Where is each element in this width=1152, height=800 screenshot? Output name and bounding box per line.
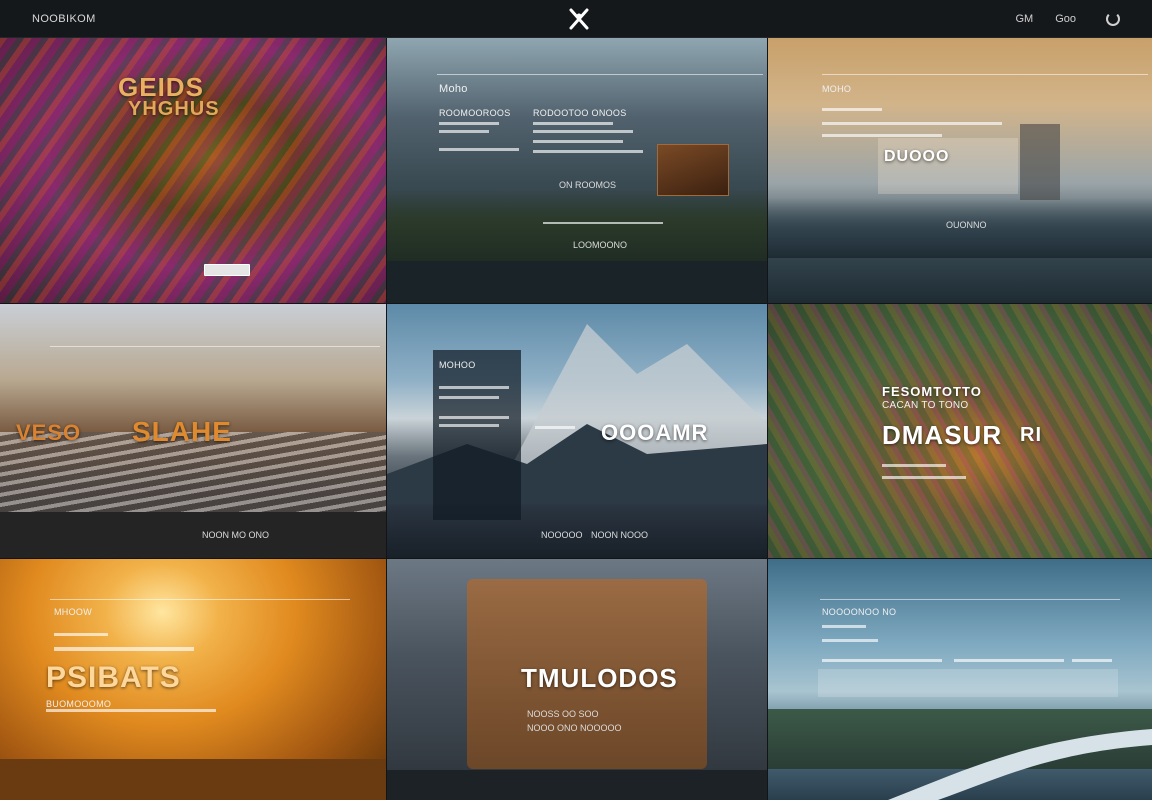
tile-title: FESOMTOTTO — [882, 384, 982, 399]
text-line — [533, 122, 613, 125]
text-line — [439, 148, 519, 151]
tile-big-text: TMULODOS — [521, 663, 678, 693]
tile-button[interactable] — [204, 264, 250, 276]
road-image — [888, 729, 1152, 800]
tile-big-text: DMASUR — [882, 420, 1003, 450]
text-line — [822, 108, 882, 111]
text-line — [54, 647, 194, 651]
tile-subtitle: YHGHUS — [128, 98, 220, 120]
content-panel — [818, 669, 1118, 697]
tile-caption-2: NOOO ONO NOOOOO — [527, 723, 622, 733]
tile-heading-left: ROOMOOROOS — [439, 108, 511, 118]
tile-footer-left: NOOOOO — [541, 530, 583, 540]
gallery-tile-4[interactable]: VESO SLAHE NOON MO ONO — [0, 304, 386, 558]
text-line — [439, 396, 499, 399]
brand-name[interactable]: NOOBIKOM — [32, 13, 96, 25]
text-line — [533, 130, 633, 133]
tile-title: MOHO — [822, 84, 852, 94]
text-line — [439, 130, 489, 133]
gallery-tile-3[interactable]: MOHO DUOOO OUONNO — [768, 38, 1152, 303]
text-line — [439, 416, 509, 419]
text-line — [882, 464, 946, 467]
tile-big-suffix: RI — [1020, 424, 1042, 446]
text-line — [46, 709, 216, 712]
tile-caption-1: NOOSS OO SOO — [527, 709, 599, 719]
nav-item-goo[interactable]: Goo — [1055, 13, 1076, 25]
gallery-tile-1[interactable]: GEIDS YHGHUS — [0, 38, 386, 303]
text-line — [533, 140, 623, 143]
gallery-tile-8[interactable]: TMULODOS NOOSS OO SOO NOOO ONO NOOOOO — [387, 559, 767, 800]
tile-big-text: OOOAMR — [601, 420, 709, 445]
tile-left-text: VESO — [16, 420, 82, 445]
text-line — [533, 150, 643, 153]
nav-item-gm[interactable]: GM — [1015, 13, 1033, 25]
text-line — [439, 122, 499, 125]
tile-title: MOHOO — [439, 360, 476, 370]
gallery-tile-5[interactable]: MOHOO OOOAMR NOOOOO NOON NOOO — [387, 304, 767, 558]
top-nav: GM Goo — [1015, 11, 1120, 26]
gallery-tile-9[interactable]: NOOOONOO NO — [768, 559, 1152, 800]
tile-big-text: SLAHE — [132, 416, 232, 447]
tile-footer: LOOMOONO — [573, 240, 628, 250]
text-line — [822, 659, 942, 662]
text-line — [439, 424, 499, 427]
text-line — [543, 222, 663, 224]
content-panel — [433, 350, 521, 520]
text-line — [439, 386, 509, 389]
tile-caption: ON ROOMOS — [559, 180, 617, 190]
tile-big-text: PSIBATS — [46, 661, 181, 694]
tile-subtitle: CACAN TO TONO — [882, 400, 969, 411]
text-line — [822, 134, 942, 137]
text-line — [822, 639, 878, 642]
text-line — [882, 476, 966, 479]
tile-caption: OUONNO — [946, 220, 987, 230]
chest-image — [657, 144, 729, 196]
gallery-tile-6[interactable]: FESOMTOTTO CACAN TO TONO DMASUR RI — [768, 304, 1152, 558]
text-line — [1072, 659, 1112, 662]
text-line — [822, 625, 866, 628]
building-image — [1020, 124, 1060, 200]
text-line — [535, 426, 575, 429]
text-line — [954, 659, 1064, 662]
tile-footer: NOON MO ONO — [202, 530, 269, 540]
text-line — [822, 122, 1002, 125]
tile-title: Moho — [439, 83, 468, 95]
refresh-icon[interactable] — [1106, 11, 1120, 26]
text-line — [54, 633, 108, 636]
tile-title: NOOOONOO NO — [822, 607, 897, 617]
gallery-tile-7[interactable]: MHOOW PSIBATS BUOMOOOMO — [0, 559, 386, 800]
tile-footer-right: NOON NOOO — [591, 530, 649, 540]
tile-title: MHOOW — [54, 607, 92, 617]
gallery-tile-2[interactable]: Moho ROOMOOROOS RODOOTOO ONOOS ON ROOMOS… — [387, 38, 767, 303]
gallery-grid: GEIDS YHGHUS Moho ROOMOOROOS RODOOTOO ON… — [0, 38, 1152, 800]
crossed-x-logo-icon[interactable] — [566, 6, 592, 32]
content-panel — [878, 138, 1018, 194]
tile-heading-right: RODOOTOO ONOOS — [533, 108, 627, 118]
tile-big-text: DUOOO — [884, 148, 950, 165]
